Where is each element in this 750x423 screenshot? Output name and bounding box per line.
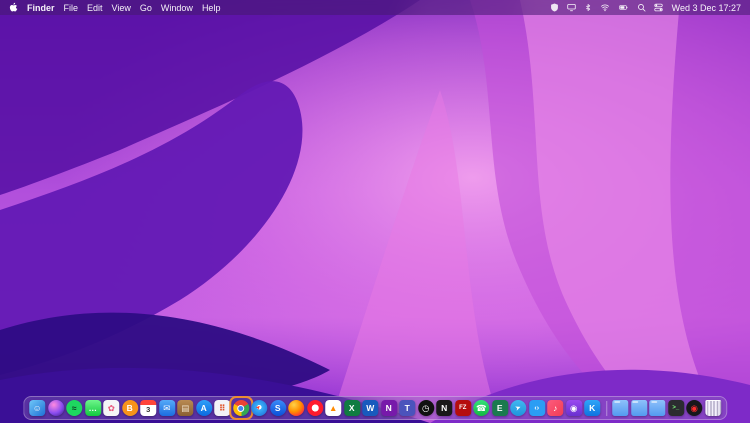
- dock-item-safari[interactable]: ➤: [251, 400, 267, 416]
- terminal-icon: >_: [668, 400, 684, 416]
- menu-file[interactable]: File: [64, 3, 79, 13]
- menu-bar: Finder File Edit View Go Window Help Wed 3 De…: [0, 0, 750, 15]
- dock-item-firefox[interactable]: [288, 400, 304, 416]
- mail-icon: ✉: [159, 400, 175, 416]
- vlc-icon: ▲: [325, 400, 341, 416]
- dock-item-onenote[interactable]: N: [381, 400, 397, 416]
- dock-item-spotify[interactable]: ≈: [66, 400, 82, 416]
- display-icon[interactable]: [567, 3, 576, 12]
- dock-item-notebook[interactable]: ▤: [177, 400, 193, 416]
- dock-item-vscode[interactable]: ‹›: [529, 400, 545, 416]
- active-app-name[interactable]: Finder: [27, 3, 55, 13]
- launchpad-icon: ⠿: [214, 400, 230, 416]
- dock-item-keynote[interactable]: K: [584, 400, 600, 416]
- siri-icon: [48, 400, 64, 416]
- dock-item-opera[interactable]: [307, 400, 323, 416]
- dock-item-excel[interactable]: X: [344, 400, 360, 416]
- app-store-icon: A: [196, 400, 212, 416]
- keynote-icon: K: [584, 400, 600, 416]
- dock-item-photos[interactable]: ✿: [103, 400, 119, 416]
- telegram-icon: ➤: [510, 400, 526, 416]
- shield-icon[interactable]: [550, 3, 559, 12]
- dock-item-app-store[interactable]: A: [196, 400, 212, 416]
- dock-item-filezilla[interactable]: FZ: [455, 400, 471, 416]
- notebook-icon: ▤: [177, 400, 193, 416]
- dock-item-siri[interactable]: [48, 400, 64, 416]
- dock-item-bitcoin[interactable]: B: [122, 400, 138, 416]
- apple-menu[interactable]: [9, 2, 18, 13]
- dock-item-folder-documents[interactable]: [612, 400, 628, 416]
- dock-item-whatsapp[interactable]: ☎: [473, 400, 489, 416]
- dock-item-folder-downloads[interactable]: [631, 400, 647, 416]
- dock-item-podcasts[interactable]: ◉: [566, 400, 582, 416]
- folder-documents-icon: [612, 400, 628, 416]
- dock-item-mail[interactable]: ✉: [159, 400, 175, 416]
- dock-item-finder[interactable]: ☺: [29, 400, 45, 416]
- dock-item-red-app[interactable]: ◉: [686, 400, 702, 416]
- dock-item-trash[interactable]: [705, 400, 721, 416]
- dock-separator: [606, 401, 607, 416]
- bitcoin-icon: B: [122, 400, 138, 416]
- filezilla-icon: FZ: [455, 400, 471, 416]
- menu-items: File Edit View Go Window Help: [64, 3, 221, 13]
- onenote-icon: N: [381, 400, 397, 416]
- folder-downloads-icon: [631, 400, 647, 416]
- dock-item-music[interactable]: ♪: [547, 400, 563, 416]
- dock-item-chrome[interactable]: [233, 400, 249, 416]
- shazam-icon: S: [270, 400, 286, 416]
- menubar-clock[interactable]: Wed 3 Dec 17:27: [672, 3, 741, 13]
- wallpaper: [0, 0, 750, 423]
- podcasts-icon: ◉: [566, 400, 582, 416]
- evernote-icon: E: [492, 400, 508, 416]
- dock-item-evernote[interactable]: E: [492, 400, 508, 416]
- dock-item-word[interactable]: W: [362, 400, 378, 416]
- red-app-icon: ◉: [686, 400, 702, 416]
- dock-item-launchpad[interactable]: ⠿: [214, 400, 230, 416]
- spotlight-icon[interactable]: [637, 3, 646, 12]
- apple-logo-icon: [9, 2, 18, 13]
- photos-icon: ✿: [103, 400, 119, 416]
- folder-applications-icon: [649, 400, 665, 416]
- word-icon: W: [362, 400, 378, 416]
- dock-item-calendar[interactable]: 3: [140, 400, 156, 416]
- music-icon: ♪: [547, 400, 563, 416]
- teams-icon: T: [399, 400, 415, 416]
- dock: ☺≈…✿B3✉▤A⠿➤S▲XWNT◷NFZ☎E➤‹›♪◉K>_◉: [23, 396, 727, 420]
- chrome-icon: [233, 400, 249, 416]
- safari-icon: ➤: [251, 400, 267, 416]
- dock-item-teams[interactable]: T: [399, 400, 415, 416]
- opera-icon: [307, 400, 323, 416]
- trash-icon: [705, 400, 721, 416]
- finder-icon: ☺: [29, 400, 45, 416]
- clock-icon: ◷: [418, 400, 434, 416]
- dock-item-folder-applications[interactable]: [649, 400, 665, 416]
- dock-item-vlc[interactable]: ▲: [325, 400, 341, 416]
- dock-item-clock[interactable]: ◷: [418, 400, 434, 416]
- messages-icon: …: [85, 400, 101, 416]
- battery-icon[interactable]: [618, 3, 629, 12]
- status-tray: [550, 3, 663, 12]
- dock-item-notion[interactable]: N: [436, 400, 452, 416]
- dock-item-telegram[interactable]: ➤: [510, 400, 526, 416]
- calendar-icon: 3: [140, 400, 156, 416]
- notion-icon: N: [436, 400, 452, 416]
- desktop[interactable]: Finder File Edit View Go Window Help Wed 3 De…: [0, 0, 750, 423]
- bluetooth-icon[interactable]: [584, 3, 592, 12]
- dock-item-messages[interactable]: …: [85, 400, 101, 416]
- control-center-icon[interactable]: [654, 3, 663, 12]
- firefox-icon: [288, 400, 304, 416]
- menu-edit[interactable]: Edit: [87, 3, 103, 13]
- dock-item-terminal[interactable]: >_: [668, 400, 684, 416]
- wifi-icon[interactable]: [600, 3, 610, 12]
- menu-go[interactable]: Go: [140, 3, 152, 13]
- spotify-icon: ≈: [66, 400, 82, 416]
- whatsapp-icon: ☎: [473, 400, 489, 416]
- menu-view[interactable]: View: [112, 3, 131, 13]
- menu-help[interactable]: Help: [202, 3, 221, 13]
- menu-window[interactable]: Window: [161, 3, 193, 13]
- dock-item-shazam[interactable]: S: [270, 400, 286, 416]
- excel-icon: X: [344, 400, 360, 416]
- vscode-icon: ‹›: [529, 400, 545, 416]
